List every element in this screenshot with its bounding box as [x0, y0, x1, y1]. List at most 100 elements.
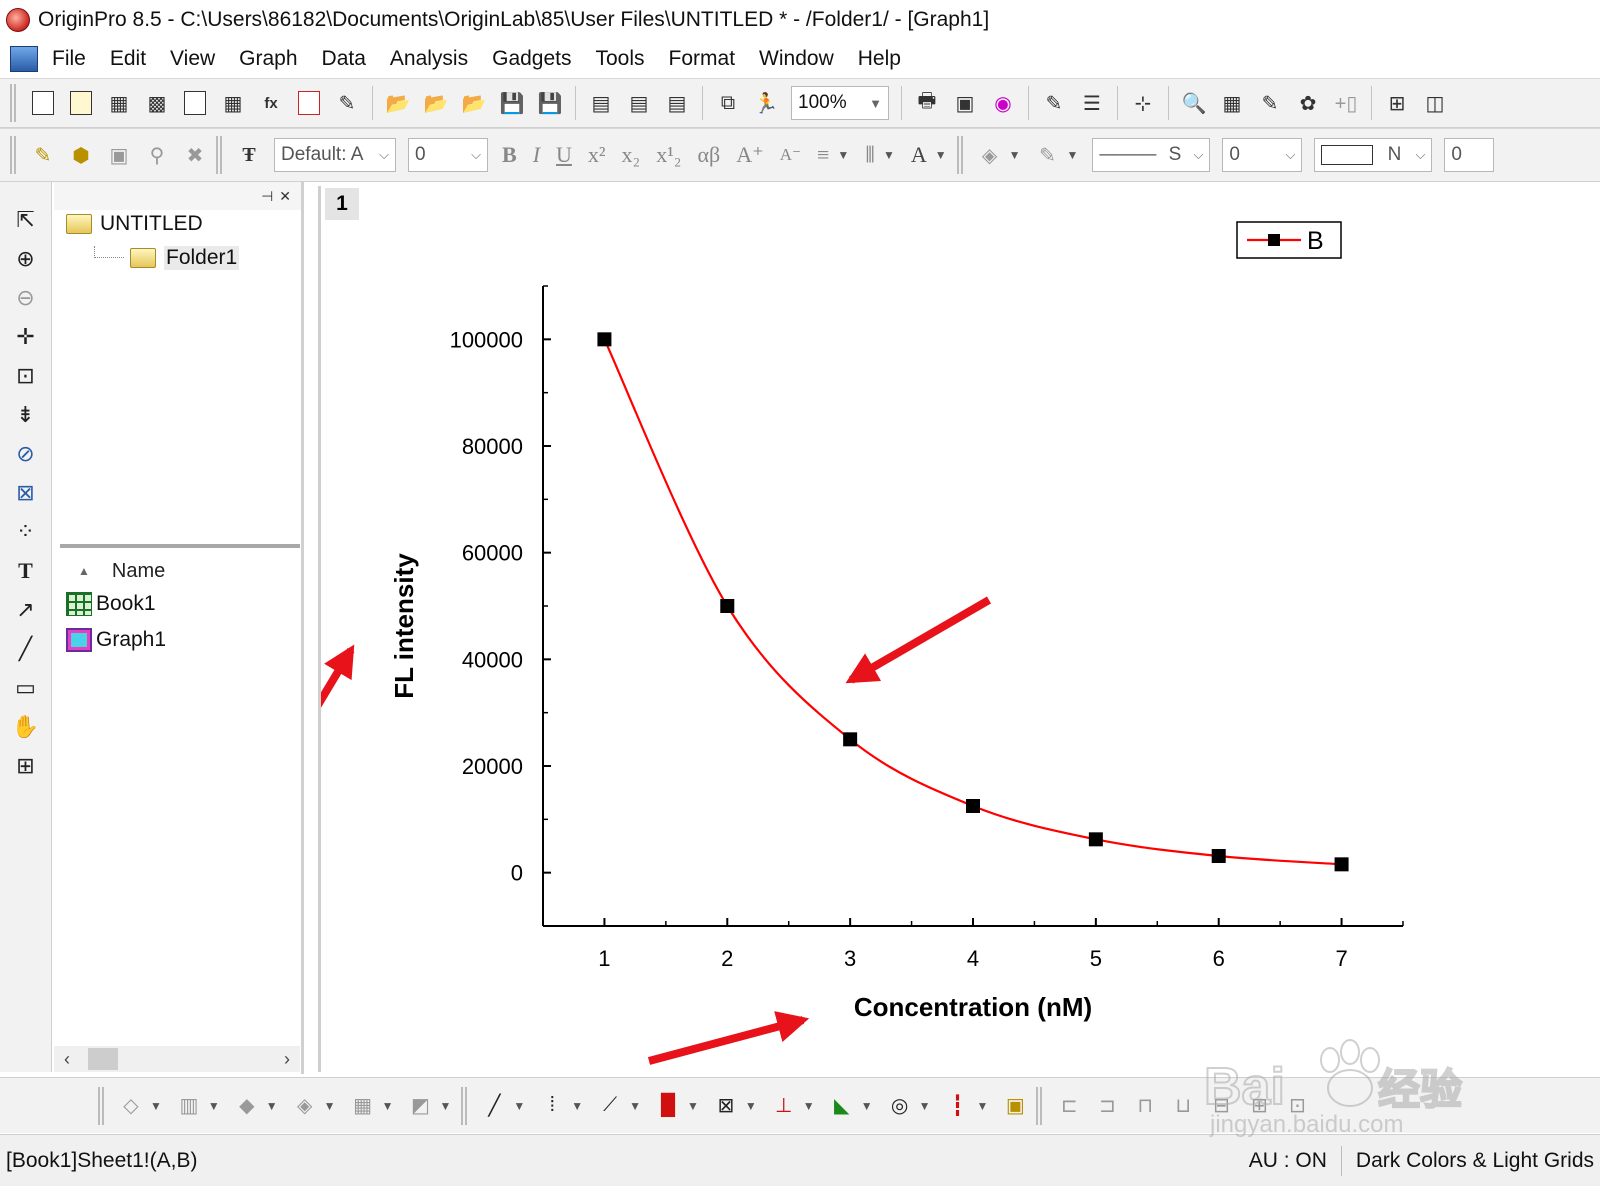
print-icon[interactable]: 🖶: [912, 87, 942, 119]
chevron-down-icon[interactable]: ▼: [1067, 148, 1079, 162]
command-window-icon[interactable]: ☰: [1077, 87, 1107, 119]
line-width-combo[interactable]: 0 ⌵: [1222, 138, 1303, 172]
save-project-icon[interactable]: 💾: [497, 87, 527, 119]
hand-tool-icon[interactable]: ✋: [8, 709, 44, 745]
new-folder-icon[interactable]: [66, 87, 96, 119]
chevron-down-icon[interactable]: ▼: [382, 1099, 394, 1113]
chevron-down-icon[interactable]: ▼: [745, 1099, 757, 1113]
new-function-icon[interactable]: fx: [256, 87, 286, 119]
data-point[interactable]: [1088, 832, 1103, 847]
menu-help[interactable]: Help: [858, 47, 901, 71]
pin-icon[interactable]: ⚲: [142, 139, 172, 171]
region-selector-icon[interactable]: ⊘: [8, 436, 44, 472]
data-point[interactable]: [1334, 857, 1349, 872]
close-icon[interactable]: ✕: [279, 188, 291, 205]
new-excel-icon[interactable]: ▩: [142, 87, 172, 119]
insert-equation-icon[interactable]: ⊞: [8, 748, 44, 784]
data-point[interactable]: [597, 332, 612, 347]
font-size-combo[interactable]: 0 ⌵: [408, 138, 488, 172]
layout-icon[interactable]: ⊞: [1382, 87, 1412, 119]
align-left-icon[interactable]: ⊏: [1054, 1091, 1084, 1121]
chevron-down-icon[interactable]: ▼: [976, 1099, 988, 1113]
new-workbook-icon[interactable]: ▦: [104, 87, 134, 119]
text-tool-icon[interactable]: T: [8, 553, 44, 589]
window-icon[interactable]: ◫: [1420, 87, 1450, 119]
line-color-icon[interactable]: ✎: [1033, 139, 1063, 171]
chevron-down-icon[interactable]: ▼: [883, 148, 895, 162]
data-point[interactable]: [1211, 849, 1226, 863]
chevron-down-icon[interactable]: ▼: [837, 148, 849, 162]
scroll-right-icon[interactable]: ›: [284, 1049, 290, 1070]
chevron-down-icon[interactable]: ▼: [1009, 148, 1021, 162]
area-plot-icon[interactable]: ◣: [827, 1091, 857, 1121]
menu-tools[interactable]: Tools: [596, 47, 645, 71]
pencil-icon[interactable]: ✎: [28, 139, 58, 171]
import-wizard-icon[interactable]: ▤: [586, 87, 616, 119]
align-bottom-icon[interactable]: ⊔: [1168, 1091, 1198, 1121]
list-item-graph1[interactable]: Graph1: [66, 628, 166, 652]
mask-icon[interactable]: ⊠: [8, 475, 44, 511]
cube-icon[interactable]: ⬢: [66, 139, 96, 171]
graph-window[interactable]: 1 1 2 3 4 5 6 7 0 20000 40000 60000 80000 100000 Con…: [318, 186, 1600, 1072]
chevron-down-icon[interactable]: ▼: [861, 1099, 873, 1113]
polar-plot-icon[interactable]: ◎: [885, 1091, 915, 1121]
fill-pattern-combo[interactable]: N ⌵: [1314, 138, 1433, 172]
menu-edit[interactable]: Edit: [110, 47, 146, 71]
superscript-icon[interactable]: x²: [588, 142, 606, 168]
contour-icon[interactable]: ▦: [348, 1091, 378, 1121]
legend[interactable]: B: [1236, 221, 1342, 259]
scroll-left-icon[interactable]: ‹: [64, 1049, 70, 1070]
toolbar-grip[interactable]: [216, 136, 222, 174]
code-builder-icon[interactable]: ▦: [1217, 87, 1247, 119]
import-single-ascii-icon[interactable]: ▤: [624, 87, 654, 119]
import-multiple-ascii-icon[interactable]: ▤: [662, 87, 692, 119]
list-item-book1[interactable]: Book1: [66, 592, 156, 616]
data-reader-icon[interactable]: ⇟: [8, 397, 44, 433]
data-selector-icon[interactable]: ⊡: [8, 358, 44, 394]
pointer-icon[interactable]: ⇱: [8, 202, 44, 238]
toolbar-grip[interactable]: [1036, 1086, 1043, 1125]
3d-graph-icon[interactable]: ◇: [116, 1091, 146, 1121]
line-plot-icon[interactable]: ╱: [479, 1091, 509, 1121]
line-style-combo[interactable]: ——— S ⌵: [1092, 138, 1211, 172]
object-manager-icon[interactable]: ✎: [1255, 87, 1285, 119]
toolbar-grip[interactable]: [956, 136, 963, 174]
script-window-icon[interactable]: ✎: [1039, 87, 1069, 119]
add-column-icon[interactable]: +▯: [1331, 87, 1361, 119]
menu-window[interactable]: Window: [759, 47, 834, 71]
remove-icon[interactable]: ✖: [180, 139, 210, 171]
menu-format[interactable]: Format: [669, 47, 736, 71]
chevron-down-icon[interactable]: ▼: [208, 1099, 220, 1113]
new-notes-icon[interactable]: ✎: [332, 87, 362, 119]
chevron-down-icon[interactable]: ▼: [150, 1099, 162, 1113]
align-right-icon[interactable]: ⊐: [1092, 1091, 1122, 1121]
copy-page-icon[interactable]: ◉: [988, 87, 1018, 119]
bold-icon[interactable]: B: [502, 142, 517, 168]
panel-pin-icon[interactable]: ⊣: [261, 188, 273, 205]
menu-analysis[interactable]: Analysis: [390, 47, 468, 71]
italic-icon[interactable]: I: [533, 142, 540, 168]
align-horizontal-icon[interactable]: ⊞: [1244, 1091, 1274, 1121]
new-graph-icon[interactable]: [180, 87, 210, 119]
rectangle-tool-icon[interactable]: ▭: [8, 670, 44, 706]
column-plot-icon[interactable]: ▐▌: [653, 1091, 683, 1121]
menu-gadgets[interactable]: Gadgets: [492, 47, 571, 71]
decrease-font-icon[interactable]: A⁻: [780, 145, 801, 165]
tree-folder[interactable]: Folder1: [94, 246, 240, 270]
chevron-down-icon[interactable]: ▼: [324, 1099, 336, 1113]
toolbar-grip[interactable]: [10, 136, 16, 174]
subscript-icon[interactable]: x₂: [622, 142, 641, 168]
greek-icon[interactable]: αβ: [697, 142, 720, 168]
toolbar-grip[interactable]: [10, 84, 16, 122]
chevron-down-icon[interactable]: ▼: [687, 1099, 699, 1113]
column-format-icon[interactable]: ⦀: [865, 142, 875, 168]
chevron-down-icon[interactable]: ▼: [629, 1099, 641, 1113]
font-color-icon[interactable]: A: [911, 142, 927, 168]
multi-panel-icon[interactable]: ⊠: [711, 1091, 741, 1121]
chevron-down-icon[interactable]: ▼: [803, 1099, 815, 1113]
panel-splitter[interactable]: [60, 544, 300, 548]
fill-value-combo[interactable]: 0: [1444, 138, 1495, 172]
series-b[interactable]: [597, 332, 1349, 872]
image-plot-icon[interactable]: ◩: [405, 1091, 435, 1121]
chevron-down-icon[interactable]: ▼: [513, 1099, 525, 1113]
